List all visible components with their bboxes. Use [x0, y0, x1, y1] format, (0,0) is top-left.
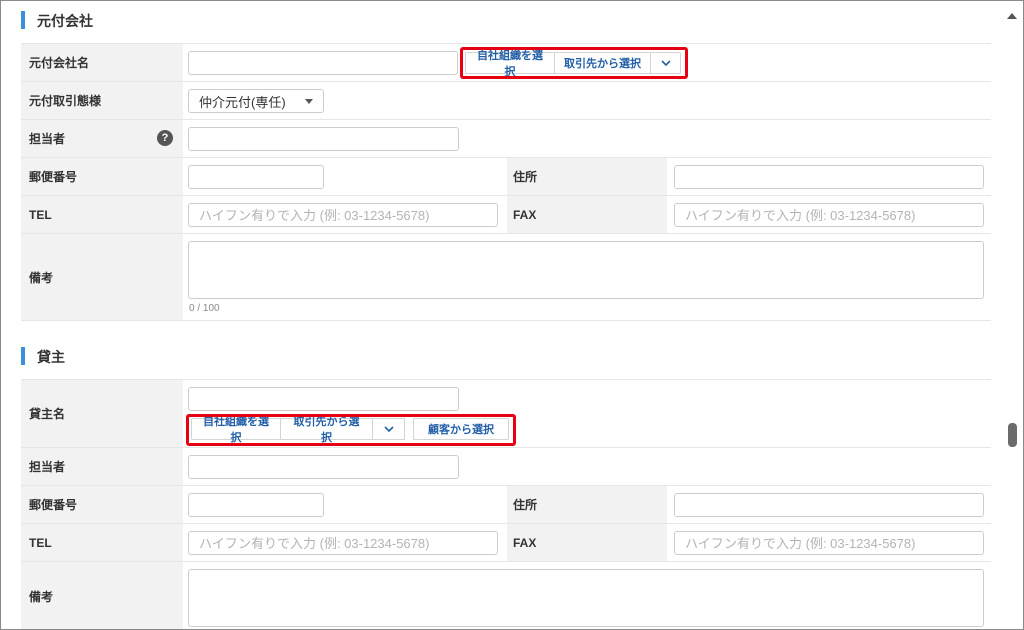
row-postal-address: 郵便番号 住所 [21, 157, 991, 195]
row-tel-fax: TEL FAX [21, 195, 991, 233]
deal-type-selected-value: 仲介元付(専任) [199, 94, 286, 110]
vertical-scrollbar[interactable] [1003, 1, 1023, 629]
tel-input[interactable] [188, 203, 498, 227]
label-landlord-fax: FAX [507, 524, 667, 561]
label-address: 住所 [507, 158, 667, 195]
notes-textarea[interactable] [188, 241, 984, 299]
row-landlord-notes: 備考 [21, 561, 991, 629]
label-landlord-address: 住所 [507, 486, 667, 523]
label-landlord-notes: 備考 [21, 562, 183, 629]
row-company-name: 元付会社名 自社組織を選択 取引先から選択 [21, 43, 991, 81]
row-deal-type: 元付取引態様 仲介元付(専任) [21, 81, 991, 119]
row-person: 担当者 ? [21, 119, 991, 157]
person-input[interactable] [188, 127, 459, 151]
label-company-name: 元付会社名 [21, 44, 183, 81]
row-landlord-person: 担当者 [21, 447, 991, 485]
landlord-person-input[interactable] [188, 455, 459, 479]
label-postal: 郵便番号 [21, 158, 183, 195]
address-input[interactable] [674, 165, 984, 189]
row-landlord-name: 貸主名 自社組織を選択 取引先から選択 顧客から選択 [21, 379, 991, 447]
landlord-fax-input[interactable] [674, 531, 984, 555]
company-name-input[interactable] [188, 51, 458, 75]
highlight-box [186, 414, 516, 446]
landlord-tel-input[interactable] [188, 531, 498, 555]
fax-input[interactable] [674, 203, 984, 227]
landlord-address-input[interactable] [674, 493, 984, 517]
highlight-box [460, 47, 688, 79]
dropdown-caret-icon [305, 99, 313, 104]
scrollbar-thumb[interactable] [1008, 423, 1017, 447]
label-landlord-postal: 郵便番号 [21, 486, 183, 523]
deal-type-select[interactable]: 仲介元付(専任) [188, 89, 324, 113]
section-accent-bar [21, 347, 25, 365]
section-accent-bar [21, 11, 25, 29]
row-notes: 備考 0 / 100 [21, 233, 991, 321]
landlord-postal-input[interactable] [188, 493, 324, 517]
notes-char-counter: 0 / 100 [189, 303, 220, 314]
landlord-notes-textarea[interactable] [188, 569, 984, 627]
label-deal-type: 元付取引態様 [21, 82, 183, 119]
label-landlord-tel: TEL [21, 524, 183, 561]
postal-input[interactable] [188, 165, 324, 189]
label-fax: FAX [507, 196, 667, 233]
label-tel: TEL [21, 196, 183, 233]
row-landlord-postal-address: 郵便番号 住所 [21, 485, 991, 523]
row-landlord-tel-fax: TEL FAX [21, 523, 991, 561]
scroll-up-arrow-icon[interactable] [1007, 13, 1017, 19]
landlord-name-input[interactable] [188, 387, 459, 411]
section-title-kashinushi: 貸主 [37, 349, 65, 365]
help-circle-icon[interactable]: ? [157, 130, 173, 146]
form-frame: 元付会社 元付会社名 自社組織を選択 取引先から選択 元付取引態様 仲介元付(専… [0, 0, 1024, 630]
label-landlord-name: 貸主名 [21, 380, 183, 447]
label-landlord-person: 担当者 [21, 448, 183, 485]
label-notes: 備考 [21, 234, 183, 320]
section-title-motoduke: 元付会社 [37, 13, 93, 29]
